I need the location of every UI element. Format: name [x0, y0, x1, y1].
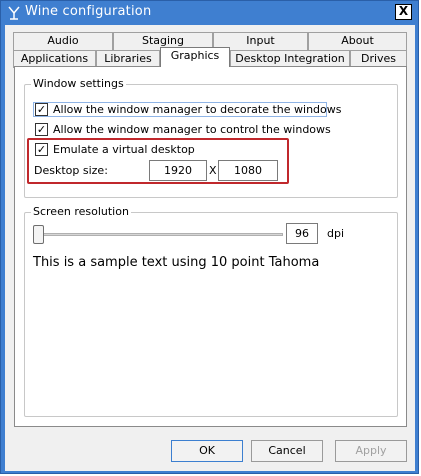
checkmark-icon[interactable]: ✓ [35, 143, 48, 156]
tab-about[interactable]: About [308, 32, 407, 50]
virtual-desktop-checkbox[interactable]: ✓ Emulate a virtual desktop [35, 142, 235, 158]
control-windows-label: Allow the window manager to control the … [53, 123, 331, 136]
window-settings-group: Window settings ✓ Allow the window manag… [24, 77, 398, 198]
tab-label: Libraries [104, 52, 152, 65]
dpi-slider-track[interactable] [33, 233, 283, 236]
apply-button[interactable]: Apply [335, 440, 407, 462]
title-bar[interactable]: Wine configuration X [1, 1, 418, 25]
window-title: Wine configuration [25, 4, 152, 19]
client-area: Audio Staging Input About Applications L… [5, 25, 415, 471]
ok-button[interactable]: OK [171, 440, 243, 462]
tab-audio[interactable]: Audio [13, 32, 113, 50]
tab-label: Graphics [170, 49, 220, 62]
control-windows-checkbox[interactable]: ✓ Allow the window manager to control th… [35, 122, 335, 138]
sample-text: This is a sample text using 10 point Tah… [33, 255, 320, 270]
wine-config-window: Wine configuration X Audio Staging Input… [0, 0, 419, 474]
window-settings-title: Window settings [31, 77, 126, 90]
dpi-slider-thumb[interactable] [33, 225, 44, 244]
tab-label: Applications [20, 52, 89, 65]
tab-label: Desktop Integration [235, 52, 345, 65]
desktop-size-label: Desktop size: [34, 164, 108, 177]
desktop-width-input[interactable]: 1920 [149, 160, 207, 181]
close-button[interactable]: X [395, 4, 412, 20]
tab-label: About [341, 34, 374, 47]
virtual-desktop-label: Emulate a virtual desktop [53, 143, 195, 156]
tab-label: Audio [47, 34, 79, 47]
screen-resolution-title: Screen resolution [31, 205, 131, 218]
wine-glass-icon [8, 6, 20, 20]
tab-graphics[interactable]: Graphics [160, 47, 230, 67]
screen-resolution-group: Screen resolution 96 dpi This is a sampl… [24, 205, 398, 417]
decorate-windows-checkbox[interactable]: ✓ Allow the window manager to decorate t… [35, 102, 342, 118]
checkmark-icon[interactable]: ✓ [35, 123, 48, 136]
dpi-unit-label: dpi [327, 227, 345, 240]
decorate-windows-label: Allow the window manager to decorate the… [53, 103, 342, 116]
tab-label: Input [246, 34, 275, 47]
tab-label: Staging [141, 34, 185, 47]
desktop-height-input[interactable]: 1080 [218, 160, 278, 181]
graphics-panel: Window settings ✓ Allow the window manag… [14, 66, 407, 427]
size-separator: X [209, 164, 217, 177]
dpi-input[interactable]: 96 [286, 223, 318, 244]
tab-label: Drives [360, 52, 397, 65]
cancel-button[interactable]: Cancel [251, 440, 323, 462]
checkmark-icon[interactable]: ✓ [35, 103, 48, 116]
